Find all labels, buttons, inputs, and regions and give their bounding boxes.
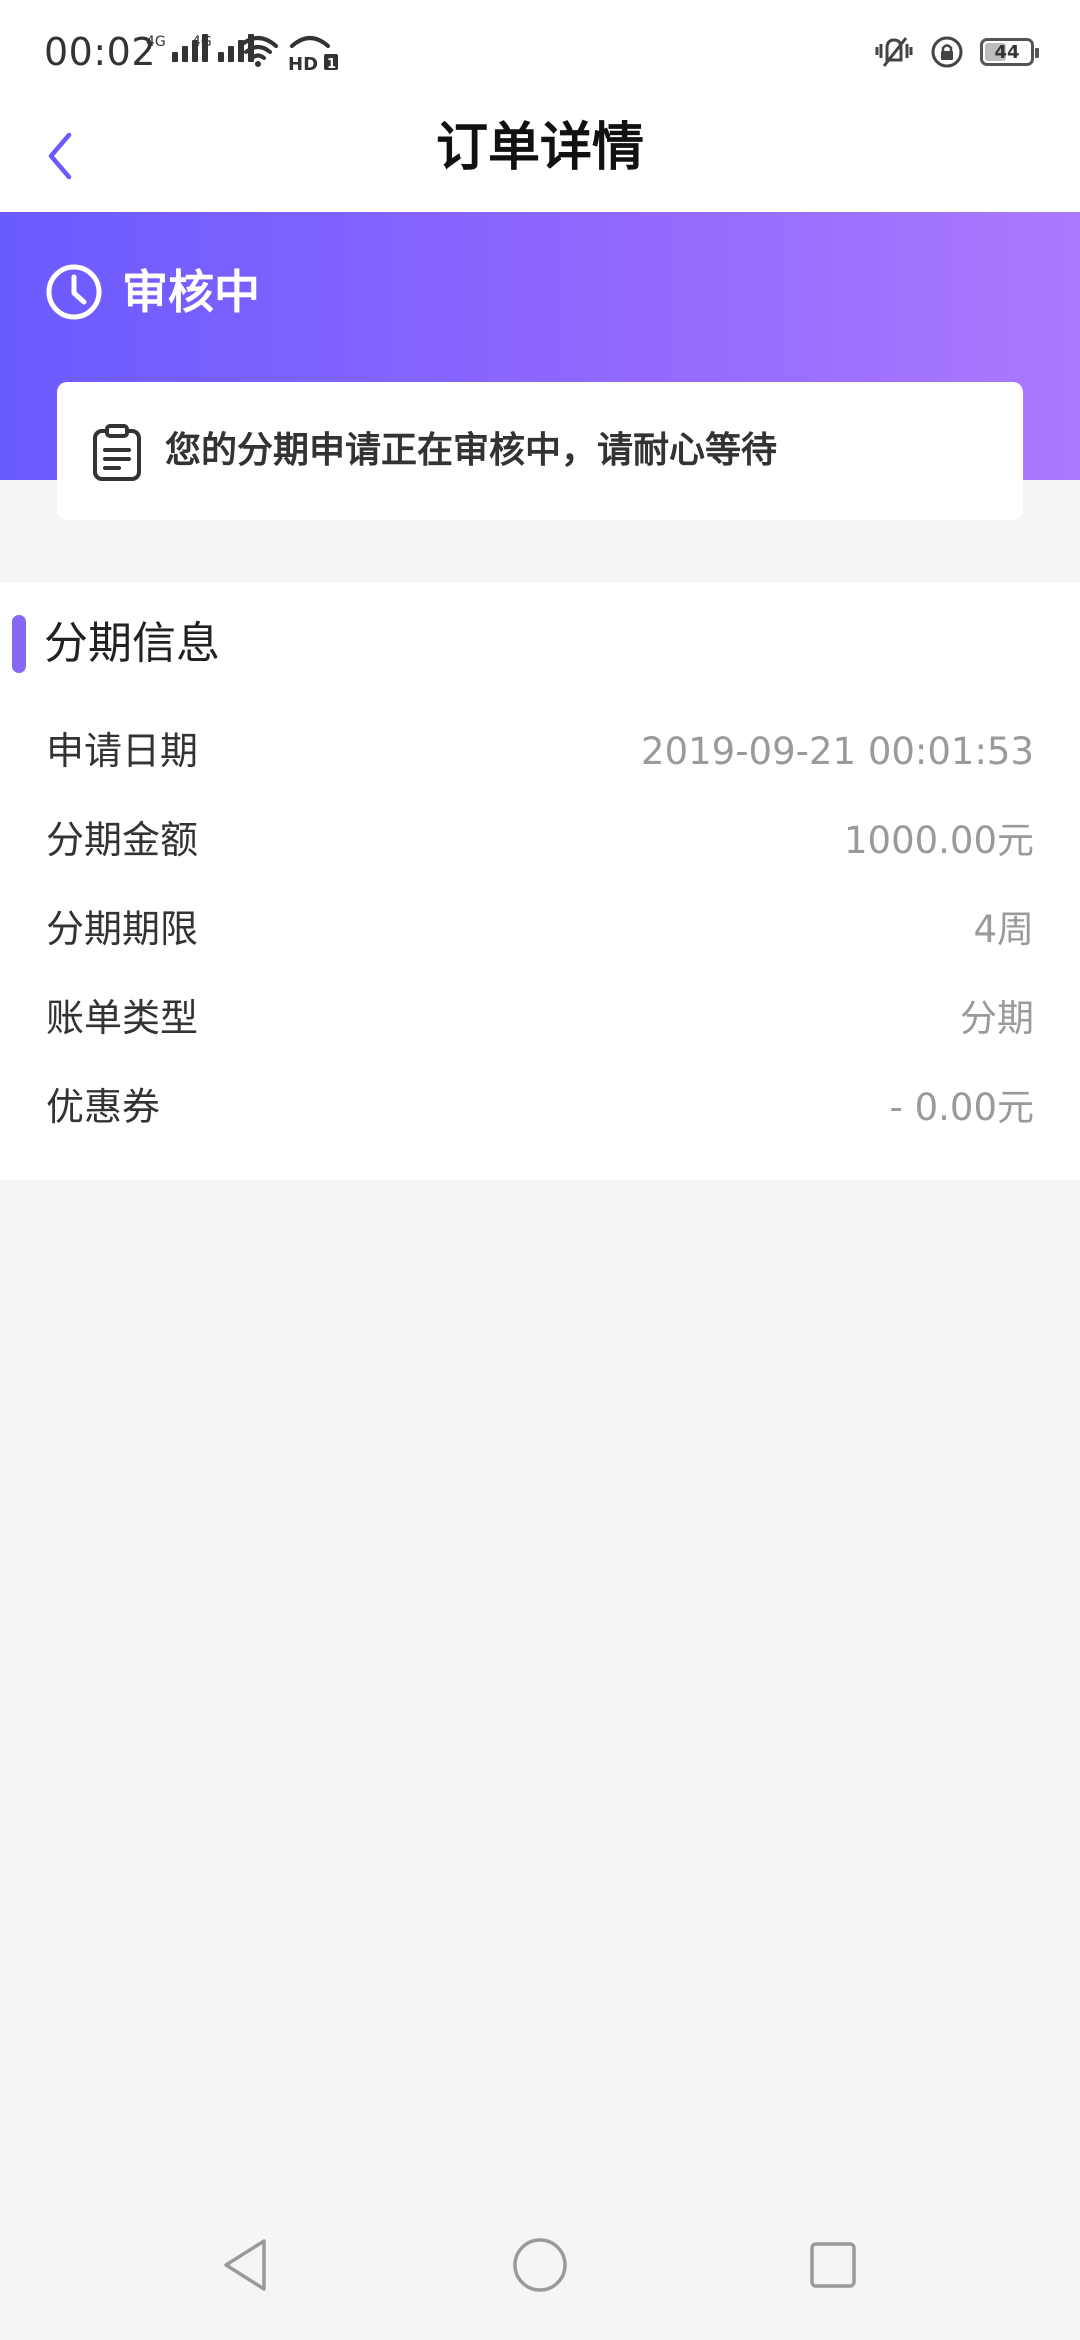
info-row-label: 优惠券 — [46, 1085, 161, 1129]
status-label: 审核中 — [122, 265, 260, 319]
info-row-label: 申请日期 — [46, 729, 199, 773]
info-row-value: 4周 — [973, 908, 1034, 951]
status-bar: 00:02 4G 4G HD 1 44 — [0, 0, 1080, 110]
battery-icon: 44 — [980, 38, 1039, 66]
info-row-value: 分期 — [960, 997, 1034, 1040]
clock-icon — [46, 264, 102, 320]
vibrate-icon — [875, 37, 913, 67]
nav-recent-icon[interactable] — [808, 2240, 858, 2290]
info-row-label: 账单类型 — [46, 996, 199, 1040]
clipboard-icon — [93, 424, 141, 481]
info-row-label: 分期期限 — [46, 907, 199, 951]
nav-home-icon[interactable] — [512, 2237, 568, 2293]
notice-card: 您的分期申请正在审核中，请耐心等待 — [57, 382, 1023, 520]
installment-info-section: 分期信息 申请日期 2019-09-21 00:01:53 分期金额 1000.… — [0, 582, 1080, 1180]
battery-level: 44 — [994, 41, 1020, 63]
svg-text:1: 1 — [327, 57, 336, 72]
header: 订单详情 — [0, 110, 1080, 212]
wifi-icon — [238, 36, 278, 67]
hd-icon: HD 1 — [288, 36, 338, 72]
info-row-term: 分期期限 4周 — [0, 885, 1080, 974]
info-row-value: - 0.00元 — [889, 1086, 1035, 1129]
section-marker — [12, 615, 26, 673]
info-row-label: 分期金额 — [46, 818, 199, 862]
section-title: 分期信息 — [44, 618, 220, 669]
signal-label: 4G — [192, 34, 212, 50]
info-row-value: 1000.00元 — [843, 819, 1034, 862]
info-row-amount: 分期金额 1000.00元 — [0, 796, 1080, 885]
page-title: 订单详情 — [435, 118, 644, 178]
info-row-apply-date: 申请日期 2019-09-21 00:01:53 — [0, 707, 1080, 796]
nav-back-icon[interactable] — [220, 2237, 272, 2293]
info-row-value: 2019-09-21 00:01:53 — [641, 730, 1034, 773]
status-right-group: 44 — [874, 34, 1039, 70]
status-time: 00:02 — [44, 30, 157, 74]
info-row-bill-type: 账单类型 分期 — [0, 974, 1080, 1063]
info-row-coupon: 优惠券 - 0.00元 — [0, 1063, 1080, 1152]
rotation-lock-icon — [931, 36, 963, 68]
svg-text:HD: HD — [288, 54, 318, 72]
notice-text: 您的分期申请正在审核中，请耐心等待 — [165, 430, 778, 471]
signal-label: 4G — [146, 34, 166, 50]
system-nav-bar — [0, 2210, 1080, 2320]
